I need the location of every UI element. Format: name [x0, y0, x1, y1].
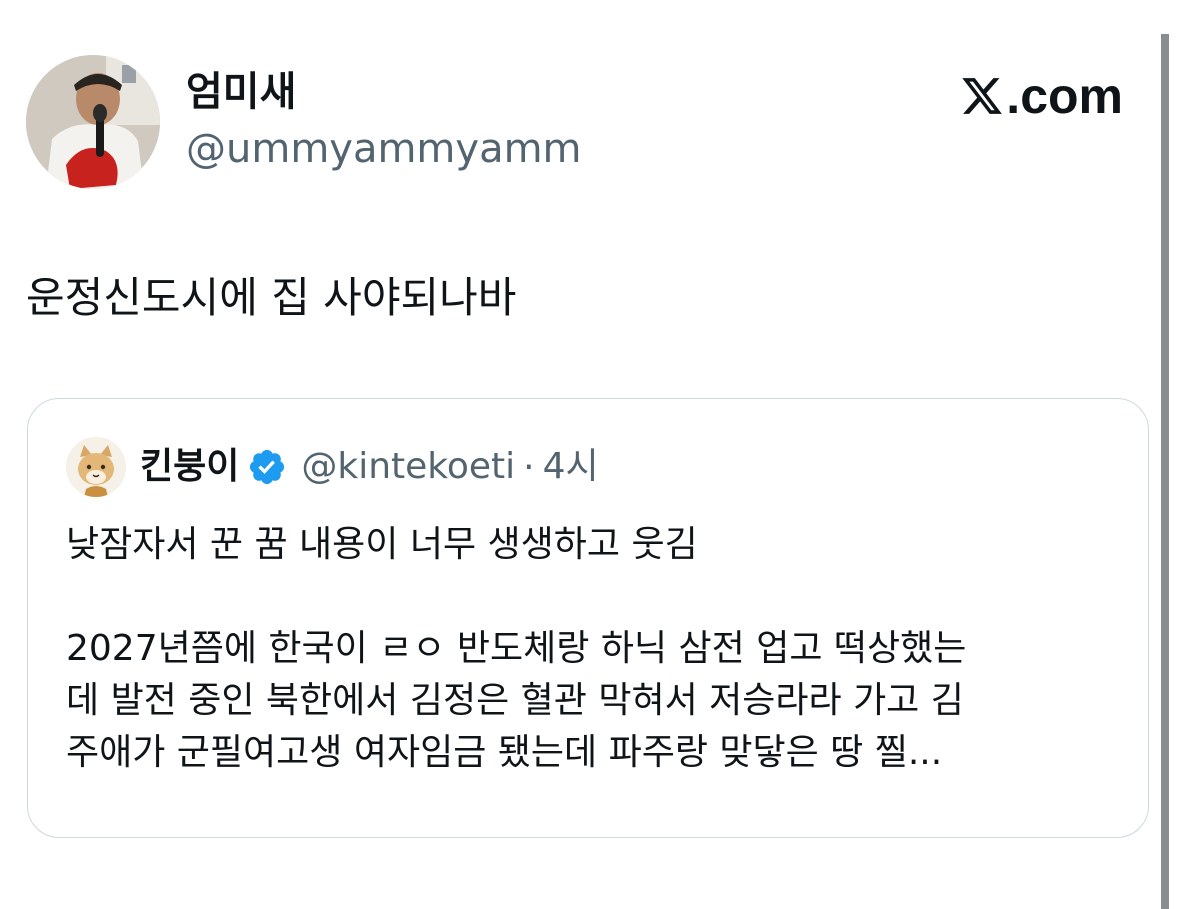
tweet-text: 운정신도시에 집 사야되나바 [26, 273, 517, 322]
x-brand: .com [960, 70, 1123, 122]
quoted-author-avatar[interactable] [66, 437, 126, 497]
author-display-name[interactable]: 엄미새 [186, 66, 296, 118]
quoted-author-display-name[interactable]: 킨붕이 [140, 444, 239, 490]
tweet-screenshot: 엄미새 @ummyammyamm .com 운정신도시에 집 사야되나바 킨붕이… [0, 0, 1179, 909]
verified-badge-icon [250, 449, 285, 485]
author-avatar[interactable] [26, 55, 160, 189]
quoted-tweet-card[interactable]: 킨붕이 @kintekoeti · 4시 낮잠자서 꾼 꿈 내용이 너무 생생하… [27, 398, 1149, 838]
quoted-tweet-line: 주애가 군필여고생 여자임금 됐는데 파주랑 맞닿은 땅 찔... [66, 732, 943, 773]
quoted-tweet-time[interactable]: 4시 [543, 444, 599, 490]
brand-text: .com [1006, 68, 1123, 124]
quoted-author-handle[interactable]: @kintekoeti [301, 444, 515, 490]
quoted-tweet-line: 데 발전 중인 북한에서 김정은 혈관 막혀서 저승라라 가고 김 [66, 680, 964, 721]
profile-photo [26, 55, 160, 189]
scrollbar[interactable] [1161, 34, 1169, 909]
author-handle[interactable]: @ummyammyamm [186, 123, 582, 175]
quoted-tweet-header: 킨붕이 @kintekoeti · 4시 [66, 437, 599, 497]
x-logo-icon [962, 78, 1003, 114]
quoted-tweet-line [66, 571, 966, 623]
separator-dot: · [523, 446, 535, 488]
quoted-tweet-line: 낮잠자서 꾼 꿈 내용이 너무 생생하고 웃김 [66, 524, 698, 565]
quoted-tweet-line: 2027년쯤에 한국이 ㄹㅇ 반도체랑 하닉 삼전 업고 떡상했는 [66, 628, 967, 669]
quoted-tweet-text: 낮잠자서 꾼 꿈 내용이 너무 생생하고 웃김 2027년쯤에 한국이 ㄹㅇ 반… [66, 519, 966, 779]
cat-avatar-icon [66, 437, 126, 497]
